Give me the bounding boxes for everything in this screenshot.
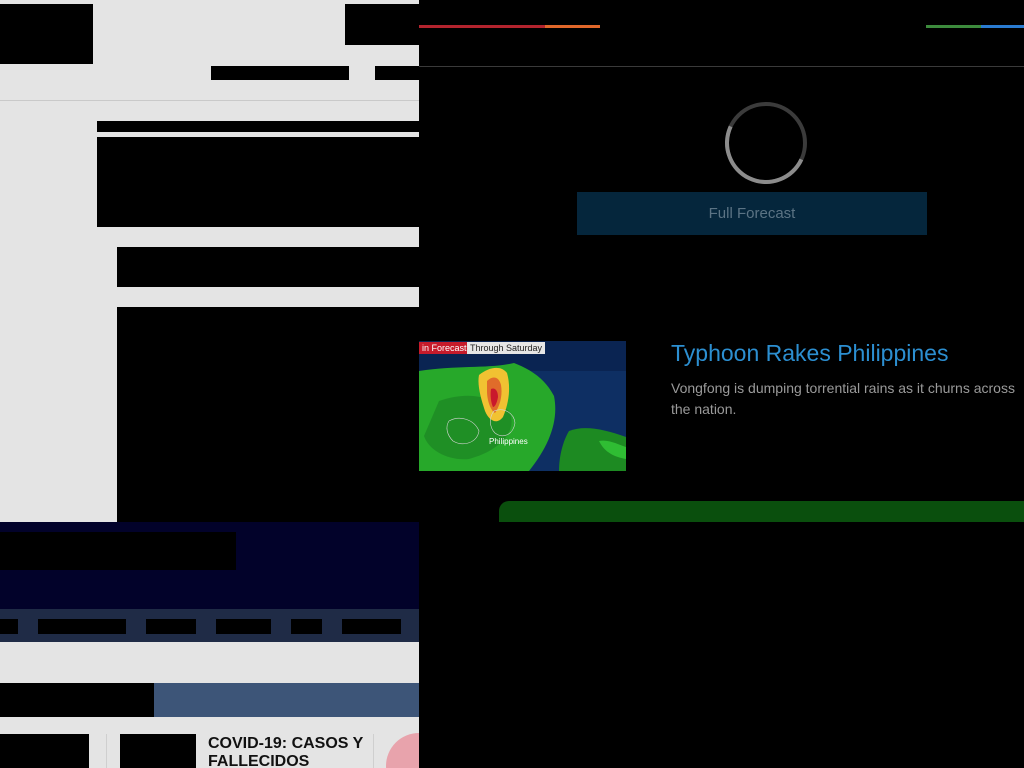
- header-block: [600, 0, 926, 66]
- brand-stripe-blue: [981, 25, 1024, 28]
- brand-stripe-red: [419, 25, 545, 28]
- loading-spinner-arc: [713, 90, 819, 196]
- content-block: [117, 307, 419, 522]
- nav-item[interactable]: [0, 619, 18, 634]
- banner-logo[interactable]: [0, 532, 236, 570]
- nav-item[interactable]: [146, 619, 196, 634]
- header-divider: [419, 66, 1024, 67]
- image-tag-red: in Forecast: [419, 342, 470, 354]
- full-forecast-button[interactable]: Full Forecast: [577, 192, 927, 235]
- card-image[interactable]: [120, 734, 196, 768]
- map-label: Philippines: [489, 437, 528, 446]
- content-block: [97, 137, 419, 227]
- story-dek: Vongfong is dumping torrential rains as …: [671, 380, 1015, 417]
- nav-item[interactable]: [342, 619, 401, 634]
- radar-map-image: [419, 341, 626, 471]
- section-bar: [97, 121, 419, 132]
- typhoon-map-thumbnail[interactable]: in Forecast Through Saturday Philippines: [419, 341, 626, 471]
- card-thumbnail[interactable]: [386, 733, 419, 768]
- header-link[interactable]: [211, 66, 349, 80]
- brand-stripe-green: [926, 25, 981, 28]
- story-headline[interactable]: Typhoon Rakes Philippines: [671, 340, 948, 367]
- nav-item[interactable]: [216, 619, 271, 634]
- card-divider: [373, 734, 374, 768]
- covid-card-title[interactable]: COVID-19: CASOS Y FALLECIDOS: [208, 735, 368, 768]
- image-tag-white: Through Saturday: [467, 342, 546, 354]
- header-link[interactable]: [375, 66, 419, 80]
- site-logo[interactable]: [0, 4, 93, 64]
- bottom-left-window: COVID-19: CASOS Y FALLECIDOS: [0, 522, 419, 768]
- card-divider: [106, 734, 107, 768]
- header-divider: [0, 100, 419, 101]
- nav-item[interactable]: [38, 619, 126, 634]
- brand-stripe-orange: [545, 25, 600, 28]
- nav-item[interactable]: [291, 619, 322, 634]
- left-window: [0, 0, 419, 522]
- card-image[interactable]: [0, 734, 89, 768]
- header-block: [345, 4, 419, 45]
- content-block: [117, 247, 419, 287]
- weather-window: Full Forecast in Forecast Through Saturd…: [419, 0, 1024, 522]
- green-banner[interactable]: [499, 501, 1024, 522]
- section-header-title: [0, 683, 154, 717]
